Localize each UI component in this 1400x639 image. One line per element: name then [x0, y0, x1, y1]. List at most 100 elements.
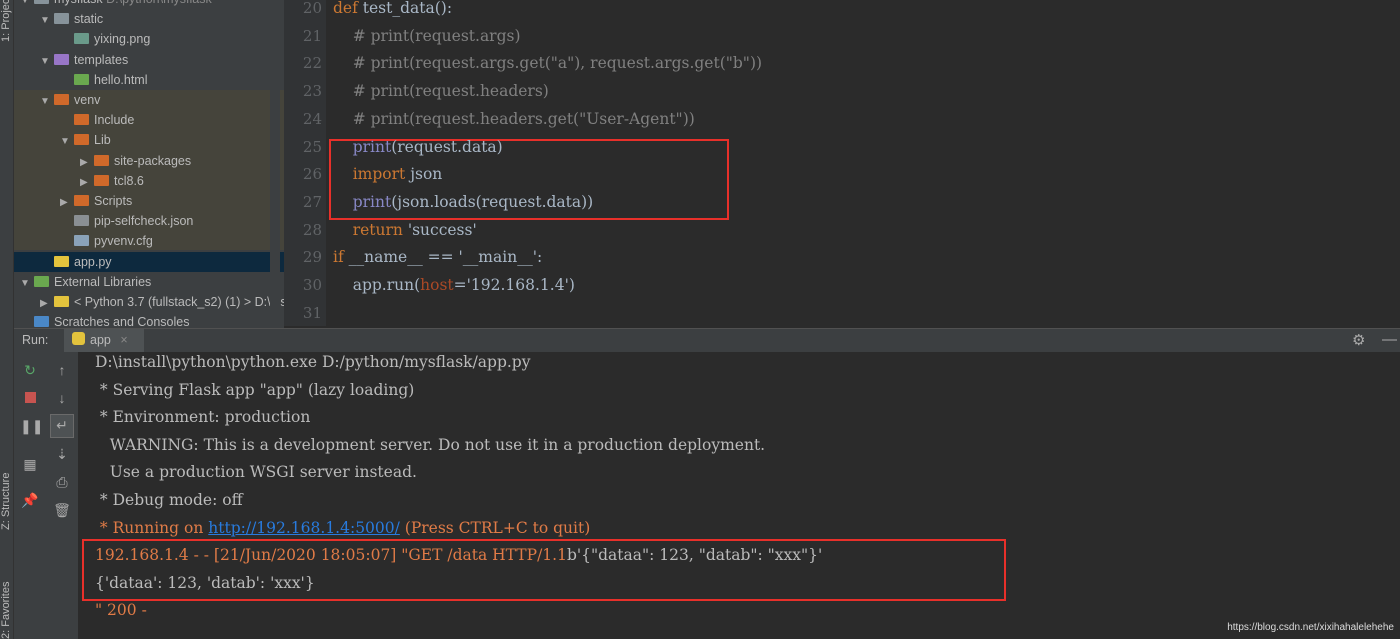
token: * Environment: production — [95, 408, 311, 427]
project-scrollbar[interactable] — [270, 0, 280, 330]
code-line: return 'success' — [333, 221, 477, 239]
chevron-down-icon[interactable]: ▼ — [60, 132, 74, 152]
library-icon — [34, 275, 49, 287]
token: ='192.168.1.4') — [453, 276, 575, 294]
tree-item[interactable]: yixing.png — [14, 29, 150, 49]
tree-item[interactable]: ▼ External Libraries — [14, 272, 151, 292]
chevron-down-icon[interactable]: ▼ — [20, 274, 34, 294]
token: __name__ == '__main__': — [348, 248, 543, 267]
tree-item[interactable]: app.py — [14, 251, 284, 272]
run-tab-app[interactable]: app × — [64, 329, 144, 352]
soft-wrap-icon[interactable]: ↵ — [50, 414, 74, 438]
favorites-tool-tab[interactable]: 2: Favorites — [0, 555, 14, 639]
code-line: # print(request.headers.get("User-Agent"… — [333, 110, 695, 128]
token: (json.loads(request.data)) — [391, 192, 594, 211]
python-file-icon — [54, 255, 69, 267]
tree-item-label: pyvenv.cfg — [94, 234, 153, 249]
structure-tool-tab[interactable]: Z: Structure — [0, 440, 14, 530]
line-number: 30 — [302, 276, 322, 294]
pin-icon[interactable]: 📌 — [20, 490, 40, 510]
tree-item-label: venv — [74, 93, 101, 107]
line-number: 27 — [302, 192, 322, 211]
tree-item[interactable]: ▼ static — [14, 9, 103, 29]
code-line: def test_data(): — [333, 0, 452, 17]
chevron-right-icon[interactable]: ▶ — [80, 173, 94, 193]
token: app.run( — [333, 276, 421, 294]
folder-icon — [54, 13, 69, 25]
up-arrow-icon[interactable]: ↑ — [52, 360, 72, 380]
minimize-icon[interactable]: — — [1382, 331, 1397, 348]
line-number: 24 — [302, 109, 322, 128]
print-icon[interactable]: ⎙ — [52, 472, 72, 492]
tree-item-label: site-packages — [114, 153, 192, 168]
token: (request.data) — [391, 137, 503, 156]
project-tool-tab[interactable]: 1: Project — [0, 0, 14, 42]
tree-item[interactable]: ▶ < Python 3.7 (fullstack_s2) (1) > D:\in… — [14, 292, 284, 312]
tree-item-path: D:\python\mysflask — [106, 0, 212, 6]
folder-icon — [74, 195, 89, 206]
console-line: * Running on http://192.168.1.4:5000/ (P… — [95, 519, 590, 537]
editor-scrollbar[interactable] — [1390, 0, 1400, 326]
tree-item[interactable]: ▼ venv — [14, 90, 100, 110]
tree-item-label: app.py — [74, 254, 112, 269]
tree-item[interactable]: ▼ Lib — [14, 130, 111, 150]
tree-item-label: External Libraries — [54, 274, 152, 289]
scroll-to-end-icon[interactable]: ⇣ — [52, 444, 72, 464]
pause-icon[interactable]: ❚❚ — [20, 416, 43, 436]
folder-icon — [54, 94, 69, 105]
token: return — [333, 220, 408, 239]
chevron-right-icon[interactable]: ▶ — [80, 153, 94, 173]
chevron-down-icon[interactable]: ▼ — [40, 52, 54, 72]
tree-item-label: Lib — [94, 133, 111, 148]
tree-item[interactable]: hello.html — [14, 70, 148, 90]
tree-item-label: < Python 3.7 (fullstack_s2) (1) > D:\ins… — [74, 295, 284, 309]
code-line: app.run(host='192.168.1.4') — [333, 276, 575, 294]
config-file-icon — [74, 235, 89, 247]
token: test_data(): — [362, 0, 453, 17]
tree-item[interactable]: pip-selfcheck.json — [14, 211, 193, 231]
stop-icon[interactable] — [20, 388, 40, 408]
gear-icon[interactable]: ⚙ — [1352, 331, 1365, 349]
json-file-icon — [74, 215, 89, 227]
code-editor[interactable]: def test_data(): # print(request.args) #… — [326, 0, 1396, 326]
run-console[interactable]: D:\install\python\python.exe D:/python/m… — [78, 352, 1400, 639]
folder-icon — [54, 53, 69, 65]
code-line: print(request.data) — [333, 138, 503, 156]
layout-icon[interactable]: ▦ — [20, 454, 40, 474]
tree-item-label: static — [74, 12, 104, 27]
token: json — [410, 165, 443, 184]
tree-item-label: Scripts — [94, 194, 133, 208]
tree-item[interactable]: ▶ Scripts — [14, 191, 132, 211]
chevron-down-icon[interactable]: ▼ — [40, 11, 54, 31]
tree-item[interactable]: pyvenv.cfg — [14, 231, 153, 251]
token: * Debug mode: off — [95, 491, 243, 509]
chevron-down-icon[interactable]: ▼ — [40, 92, 54, 112]
run-tab-label: app — [90, 333, 111, 347]
code-line: if __name__ == '__main__': — [333, 248, 542, 266]
chevron-right-icon[interactable]: ▶ — [60, 193, 74, 213]
close-tab-icon[interactable]: × — [120, 333, 127, 347]
code-line: # print(request.args) — [333, 27, 521, 45]
html-file-icon — [74, 73, 89, 85]
tree-item[interactable]: ▶ tcl8.6 — [14, 171, 144, 191]
run-toolbar: ↻ ❚❚ ▦ 📌 ↑ ↓ ↵ ⇣ ⎙ 🗑 — [14, 352, 78, 639]
run-tool-header: Run: app × ⚙ — — [14, 328, 1400, 352]
rerun-icon[interactable]: ↻ — [20, 360, 40, 380]
tree-item[interactable]: ▶ site-packages — [14, 151, 191, 171]
folder-icon — [94, 154, 109, 166]
tree-item[interactable]: Include — [14, 110, 134, 130]
token: # print(request.args) — [333, 26, 521, 45]
server-link[interactable]: http://192.168.1.4:5000/ — [208, 519, 400, 537]
chevron-right-icon[interactable]: ▶ — [40, 294, 54, 314]
code-line: import json — [333, 165, 443, 184]
token: {'dataa': 123, 'datab': 'xxx'} — [95, 573, 315, 592]
console-line: Use a production WSGI server instead. — [95, 463, 417, 481]
tree-item-label: Include — [94, 113, 135, 128]
down-arrow-icon[interactable]: ↓ — [52, 388, 72, 408]
line-number: 26 — [302, 165, 322, 184]
token: Use a production WSGI server instead. — [95, 463, 417, 482]
trash-icon[interactable]: 🗑 — [52, 500, 72, 520]
token: host — [420, 276, 454, 294]
tree-item[interactable]: ▼ templates — [14, 50, 128, 70]
tree-item[interactable]: ▼mysflask D:\python\mysflask — [14, 0, 212, 9]
